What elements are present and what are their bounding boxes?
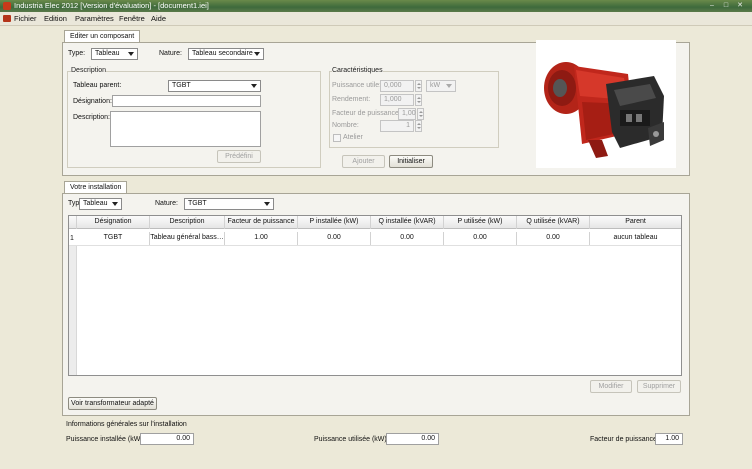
table-cell[interactable]: 1.00 [225, 232, 298, 245]
app-icon [3, 2, 11, 10]
initialize-button[interactable]: Initialiser [389, 155, 433, 168]
power-factor-spinner[interactable] [417, 108, 424, 120]
parent-label: Tableau parent: [73, 82, 122, 89]
column-header[interactable]: Parent [590, 216, 681, 229]
predefined-button[interactable]: Prédéfini [217, 150, 261, 163]
table-cell[interactable]: 0.00 [298, 232, 371, 245]
nature-select[interactable]: Tableau secondaire [188, 48, 264, 60]
workshop-label: Atelier [343, 134, 363, 141]
installation-nature-label: Nature: [155, 200, 178, 207]
chevron-down-icon [264, 202, 270, 206]
parent-select[interactable]: TGBT [168, 80, 261, 92]
menu-fichier[interactable]: Fichier [14, 14, 37, 24]
installed-power-field: 0.00 [140, 433, 194, 445]
maximize-button[interactable]: □ [720, 1, 732, 10]
power-factor-label: Facteur de puissance: [332, 110, 401, 117]
installation-table: Désignation Description Facteur de puiss… [68, 215, 682, 376]
chevron-down-icon [254, 52, 260, 56]
chevron-down-icon [446, 84, 452, 88]
table-cell[interactable]: 0.00 [517, 232, 590, 245]
add-button[interactable]: Ajouter [342, 155, 385, 168]
designation-input[interactable] [112, 95, 261, 107]
nature-label: Nature: [159, 50, 182, 57]
table-cell[interactable]: 0.00 [371, 232, 444, 245]
general-info-title: Informations générales sur l'installatio… [66, 421, 187, 428]
tab-installation[interactable]: Votre installation [64, 181, 128, 193]
menu-parametres[interactable]: Paramètres [75, 14, 114, 24]
document-icon[interactable] [3, 15, 11, 22]
menu-edition[interactable]: Edition [44, 14, 67, 24]
modify-button[interactable]: Modifier [590, 380, 632, 393]
count-input[interactable]: 1 [380, 120, 414, 132]
chevron-down-icon [251, 84, 257, 88]
title-bar: Industria Elec 2012 [Version d'évaluatio… [0, 0, 752, 12]
description-group-title: Description [71, 66, 107, 75]
characteristics-group-title: Caractéristiques [332, 66, 383, 75]
column-header[interactable]: Désignation [77, 216, 150, 229]
row-number: 1 [70, 235, 74, 242]
power-spinner[interactable] [415, 80, 422, 92]
table-cell[interactable]: aucun tableau [590, 232, 681, 245]
column-header[interactable]: Facteur de puissance [225, 216, 298, 229]
efficiency-input[interactable]: 1,000 [380, 94, 414, 106]
power-input[interactable]: 0,000 [380, 80, 414, 92]
table-row[interactable]: 1 TGBT Tableau général bass… 1.00 0.00 0… [69, 230, 681, 246]
close-button[interactable]: ✕ [734, 1, 746, 10]
table-cell[interactable]: 0.00 [444, 232, 517, 245]
chevron-down-icon [128, 52, 134, 56]
column-header[interactable]: Q utilisée (kVAR) [517, 216, 590, 229]
count-label: Nombre: [332, 122, 359, 129]
table-header: Désignation Description Facteur de puiss… [69, 216, 681, 229]
chevron-down-icon [112, 202, 118, 206]
minimize-button[interactable]: – [706, 1, 718, 10]
window-title: Industria Elec 2012 [Version d'évaluatio… [14, 1, 209, 10]
delete-button[interactable]: Supprimer [637, 380, 681, 393]
efficiency-spinner[interactable] [415, 94, 422, 106]
description-label: Description: [73, 114, 110, 121]
tab-edit-component[interactable]: Editer un composant [64, 30, 141, 42]
column-header[interactable]: Q installée (kVAR) [371, 216, 444, 229]
designation-label: Désignation: [73, 98, 112, 105]
transformer-button[interactable]: Voir transformateur adapté [68, 397, 157, 410]
power-factor-summary-field: 1.00 [655, 433, 683, 445]
installation-type-select[interactable]: Tableau [79, 198, 122, 210]
table-cell[interactable]: TGBT [77, 232, 150, 245]
table-cell[interactable]: Tableau général bass… [150, 232, 225, 245]
column-header[interactable]: Description [150, 216, 225, 229]
count-spinner[interactable] [415, 120, 422, 132]
workshop-checkbox[interactable] [333, 134, 341, 142]
power-factor-input[interactable]: 1,00 [398, 108, 416, 120]
power-label: Puissance utile: [332, 82, 382, 89]
power-unit-select[interactable]: kW [426, 80, 456, 92]
power-factor-summary-label: Facteur de puissance: [590, 436, 659, 443]
column-header[interactable]: P utilisée (kW) [444, 216, 517, 229]
type-select[interactable]: Tableau [91, 48, 138, 60]
gear-motor-image [536, 40, 676, 168]
used-power-field: 0.00 [386, 433, 439, 445]
menu-fenetre[interactable]: Fenêtre [119, 14, 145, 24]
menu-bar: Fichier Edition Paramètres Fenêtre Aide [0, 12, 752, 26]
efficiency-label: Rendement: [332, 96, 371, 103]
description-textarea[interactable] [110, 111, 261, 147]
installation-nature-select[interactable]: TGBT [184, 198, 274, 210]
menu-aide[interactable]: Aide [151, 14, 166, 24]
installed-power-label: Puissance installée (kW): [66, 436, 145, 443]
row-header-band [69, 246, 77, 375]
column-header[interactable]: P installée (kW) [298, 216, 371, 229]
type-label: Type: [68, 50, 86, 57]
used-power-label: Puissance utilisée (kW): [314, 436, 389, 443]
